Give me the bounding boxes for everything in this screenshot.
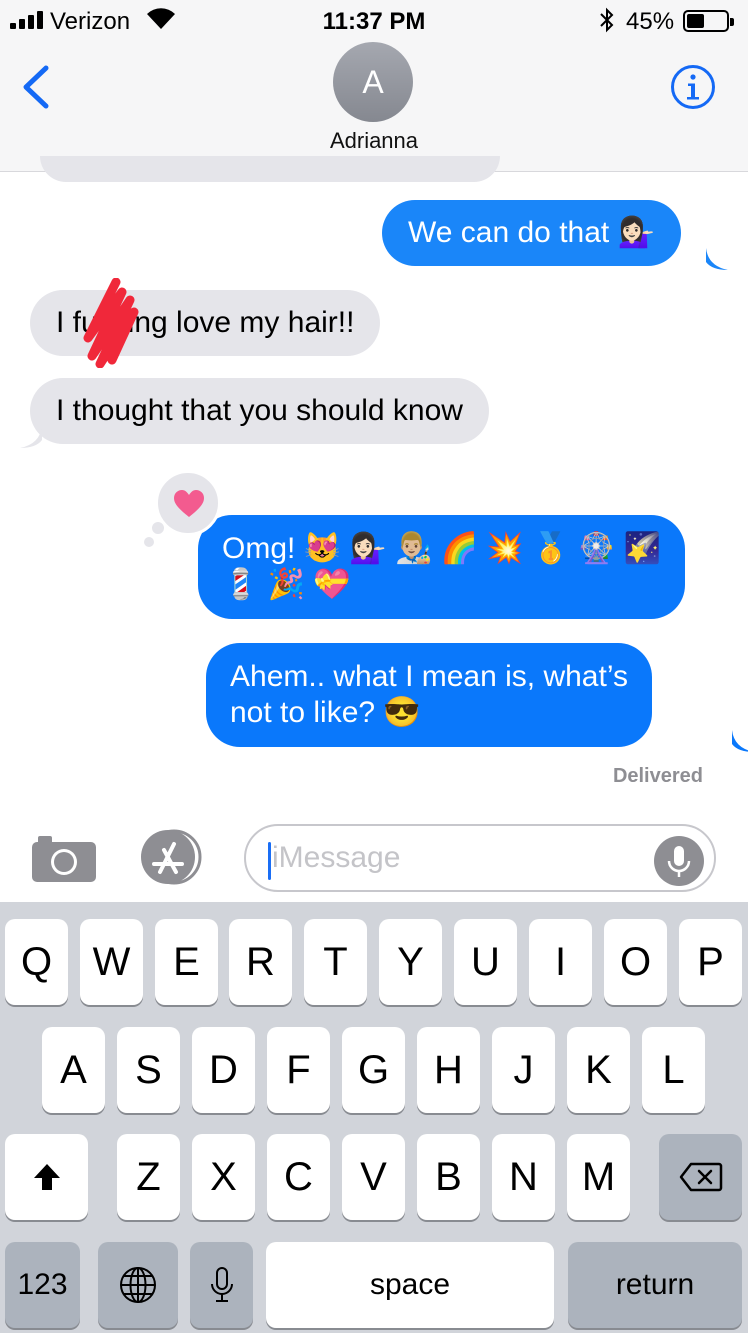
key-t[interactable]: T xyxy=(304,919,367,1005)
bubble-tail xyxy=(732,730,748,752)
contact-name[interactable]: Adrianna xyxy=(0,128,748,154)
info-icon[interactable] xyxy=(670,64,716,110)
message-text: Omg! 😻 💁🏻‍♀️ 👨🏼‍🎨 🌈 💥 🥇 🎡 🌠 xyxy=(222,532,661,565)
keyboard: Q W E R T Y U I O P A S D F G H J K L Z … xyxy=(0,902,748,1333)
numbers-key[interactable]: 123 xyxy=(5,1242,80,1328)
bubble-tail xyxy=(20,426,42,448)
app-store-icon[interactable] xyxy=(136,828,212,886)
key-q[interactable]: Q xyxy=(5,919,68,1005)
status-bar: Verizon 11:37 PM 45% xyxy=(0,0,748,40)
key-s[interactable]: S xyxy=(117,1027,180,1113)
key-c[interactable]: C xyxy=(267,1134,330,1220)
key-l[interactable]: L xyxy=(642,1027,705,1113)
previous-message-bubble xyxy=(40,156,500,182)
key-v[interactable]: V xyxy=(342,1134,405,1220)
key-r[interactable]: R xyxy=(229,919,292,1005)
key-g[interactable]: G xyxy=(342,1027,405,1113)
tapback-reaction[interactable] xyxy=(155,470,221,536)
battery-percent: 45% xyxy=(626,8,675,35)
message-text: Ahem.. what I mean is, what’s xyxy=(230,660,628,693)
message-text: not to like? 😎 xyxy=(230,696,421,729)
space-key[interactable]: space xyxy=(266,1242,554,1328)
message-input[interactable]: iMessage xyxy=(244,824,716,892)
bubble-tail xyxy=(706,248,728,270)
key-z[interactable]: Z xyxy=(117,1134,180,1220)
key-a[interactable]: A xyxy=(42,1027,105,1113)
key-w[interactable]: W xyxy=(80,919,143,1005)
key-p[interactable]: P xyxy=(679,919,742,1005)
globe-key[interactable] xyxy=(98,1242,178,1328)
key-e[interactable]: E xyxy=(155,919,218,1005)
heart-icon xyxy=(174,490,204,517)
bluetooth-icon xyxy=(600,7,614,33)
message-bubble-incoming[interactable]: I thought that you should know xyxy=(30,378,489,444)
text-caret xyxy=(268,842,271,880)
shift-key[interactable] xyxy=(5,1134,88,1220)
chevron-left-icon[interactable] xyxy=(18,64,52,110)
key-h[interactable]: H xyxy=(417,1027,480,1113)
backspace-key[interactable] xyxy=(659,1134,742,1220)
key-f[interactable]: F xyxy=(267,1027,330,1113)
key-j[interactable]: J xyxy=(492,1027,555,1113)
dictation-key[interactable] xyxy=(190,1242,253,1328)
battery-icon xyxy=(683,10,734,32)
message-text: We can do that 💁🏻‍♀️ xyxy=(408,216,655,249)
key-y[interactable]: Y xyxy=(379,919,442,1005)
message-bubble-outgoing[interactable]: Ahem.. what I mean is, what’s not to lik… xyxy=(206,643,652,747)
key-m[interactable]: M xyxy=(567,1134,630,1220)
key-d[interactable]: D xyxy=(192,1027,255,1113)
camera-icon[interactable] xyxy=(30,832,98,884)
microphone-icon xyxy=(210,1267,233,1302)
message-input-placeholder: iMessage xyxy=(272,841,401,874)
key-u[interactable]: U xyxy=(454,919,517,1005)
message-text: 💈 🎉 💝 xyxy=(222,568,351,601)
contact-avatar[interactable]: A xyxy=(333,42,413,122)
message-text: I thought that you should know xyxy=(56,394,463,427)
key-n[interactable]: N xyxy=(492,1134,555,1220)
red-scribble-redaction xyxy=(83,278,139,368)
key-o[interactable]: O xyxy=(604,919,667,1005)
globe-icon xyxy=(120,1267,156,1303)
key-b[interactable]: B xyxy=(417,1134,480,1220)
dictation-button[interactable] xyxy=(654,836,704,886)
return-key[interactable]: return xyxy=(568,1242,742,1328)
shift-arrow-icon xyxy=(33,1164,60,1190)
backspace-icon xyxy=(679,1162,722,1192)
message-bubble-outgoing[interactable]: Omg! 😻 💁🏻‍♀️ 👨🏼‍🎨 🌈 💥 🥇 🎡 🌠 💈 🎉 💝 xyxy=(198,515,685,619)
key-k[interactable]: K xyxy=(567,1027,630,1113)
battery-level xyxy=(687,14,704,28)
key-i[interactable]: I xyxy=(529,919,592,1005)
key-x[interactable]: X xyxy=(192,1134,255,1220)
message-bubble-outgoing[interactable]: We can do that 💁🏻‍♀️ xyxy=(382,200,681,266)
microphone-icon xyxy=(667,846,691,877)
tapback-dot xyxy=(144,537,154,547)
delivery-status: Delivered xyxy=(612,765,703,787)
